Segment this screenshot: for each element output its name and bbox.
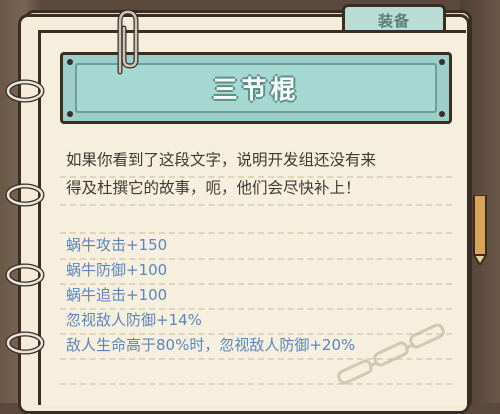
binder-ring-icon [5, 183, 45, 207]
paper-clip-icon [117, 9, 139, 75]
item-title: 三节棍 [212, 75, 300, 104]
nail-icon [439, 111, 445, 117]
nail-icon [439, 59, 445, 65]
description-line: 如果你看到了这段文字，说明开发组还没有来 [66, 151, 377, 169]
binder-ring-icon [5, 331, 45, 355]
binder-ring-icon [5, 79, 45, 103]
stat-line: 忽视敌人防御+14% [66, 311, 202, 329]
item-description: 如果你看到了这段文字，说明开发组还没有来 得及杜撰它的故事，呃，他们会尽快补上！ [66, 146, 446, 202]
stat-line: 蜗牛攻击+150 [66, 236, 168, 254]
tab-equipment-label: 装备 [377, 12, 410, 30]
ruled-line [60, 204, 452, 206]
nail-icon [67, 59, 73, 65]
stat-line: 蜗牛防御+100 [66, 261, 168, 279]
nail-icon [67, 111, 73, 117]
item-stats-list: 蜗牛攻击+150 蜗牛防御+100 蜗牛追击+100 忽视敌人防御+14% 敌人… [66, 233, 446, 358]
binder-ring-icon [5, 263, 45, 287]
stat-line: 蜗牛追击+100 [66, 286, 168, 304]
pencil-icon [472, 195, 488, 265]
description-line: 得及杜撰它的故事，呃，他们会尽快补上！ [66, 179, 361, 197]
stat-line: 敌人生命高于80%时，忽视敌人防御+20% [66, 336, 356, 354]
